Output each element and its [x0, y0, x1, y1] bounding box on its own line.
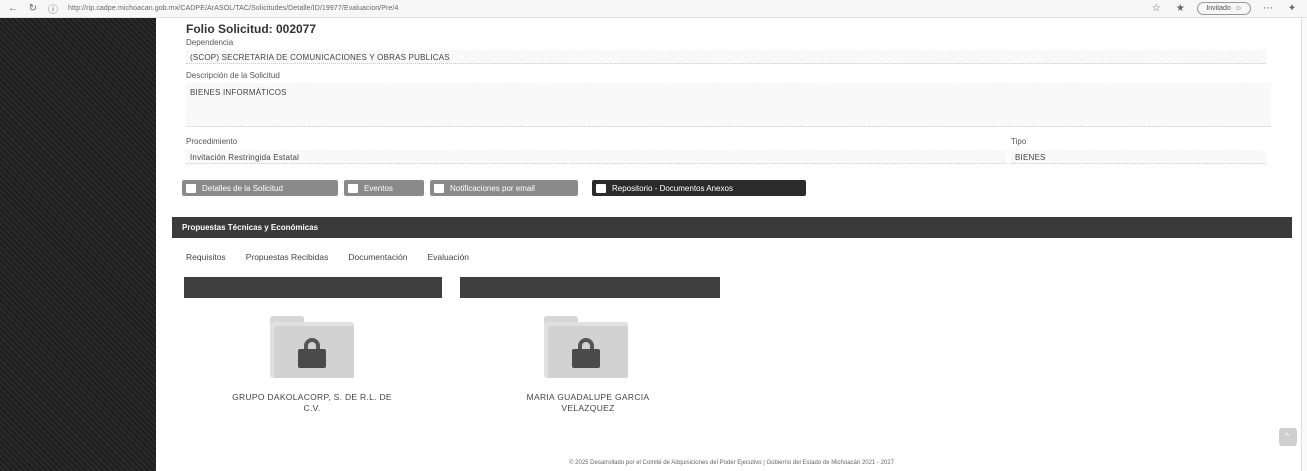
descripcion-label: Descripción de la Solicitud [186, 71, 280, 80]
proposal-card-header [184, 277, 442, 298]
notificaciones-button[interactable]: Notificaciones por email [430, 180, 578, 196]
reload-icon[interactable]: ↻ [26, 3, 40, 14]
repositorio-button[interactable]: Repositorio - Documentos Anexos [592, 180, 806, 196]
proposal-card[interactable]: MARIA GUADALUPE GARCIA VELAZQUEZ [458, 298, 718, 428]
proposal-name: GRUPO DAKOLACORP, S. DE R.L. DE C.V. [232, 392, 392, 413]
profile-label: Invitado [1206, 5, 1231, 12]
tab-requisitos[interactable]: Requisitos [186, 252, 226, 262]
favorites-icon[interactable]: ★ [1173, 3, 1187, 14]
users-icon [434, 183, 444, 193]
calendar-icon [348, 183, 358, 193]
more-icon[interactable]: ⋯ [1261, 3, 1275, 14]
proposal-card[interactable]: GRUPO DAKOLACORP, S. DE R.L. DE C.V. [182, 298, 442, 428]
profile-button[interactable]: Invitado ☺ [1197, 2, 1251, 15]
document-icon [186, 183, 196, 193]
browser-toolbar: ← ↻ ⓘ http://rip.cadpe.michoacan.gob.mx/… [0, 0, 1307, 18]
page-footer: © 2025 Desarrollado por el Comité de Adq… [569, 460, 894, 466]
tipo-field [1011, 150, 1266, 164]
locked-folder-icon[interactable] [544, 316, 628, 378]
proposal-tabs: Requisitos Propuestas Recibidas Document… [186, 252, 469, 262]
descripcion-value: BIENES INFORMÁTICOS [190, 88, 287, 97]
eventos-button[interactable]: Eventos [344, 180, 424, 196]
info-icon[interactable]: ⓘ [46, 1, 60, 16]
tab-documentacion[interactable]: Documentación [348, 252, 407, 262]
star-icon[interactable]: ☆ [1149, 3, 1163, 14]
tipo-label: Tipo [1011, 137, 1027, 146]
section-header: Propuestas Técnicas y Económicas [172, 217, 1292, 238]
copilot-icon[interactable]: ✦ [1285, 3, 1299, 14]
procedimiento-field [186, 150, 1006, 164]
page-title: Folio Solicitud: 002077 [186, 22, 317, 36]
folder-icon [596, 183, 606, 193]
tab-propuestas-recibidas[interactable]: Propuestas Recibidas [246, 252, 329, 262]
back-arrow-icon[interactable]: ← [6, 3, 20, 14]
profile-avatar-icon: ☺ [1234, 5, 1242, 12]
detalles-solicitud-button[interactable]: Detalles de la Solicitud [182, 180, 338, 196]
procedimiento-value: Invitación Restringida Estatal [190, 153, 300, 162]
browser-actions: ☆ ★ Invitado ☺ ⋯ ✦ [1149, 2, 1299, 15]
dependencia-label: Dependencia [186, 38, 234, 47]
lock-icon [572, 338, 600, 368]
tab-evaluacion[interactable]: Evaluación [427, 252, 469, 262]
scroll-top-button[interactable] [1279, 428, 1297, 446]
proposal-name: MARIA GUADALUPE GARCIA VELAZQUEZ [526, 392, 650, 413]
side-navigation [0, 18, 156, 471]
proposal-card-header [460, 277, 720, 298]
procedimiento-label: Procedimiento [186, 137, 238, 146]
lock-icon [298, 338, 326, 368]
descripcion-field [186, 83, 1271, 127]
address-bar[interactable]: http://rip.cadpe.michoacan.gob.mx/CADPE/… [68, 5, 398, 12]
main-content: Folio Solicitud: 002077 Dependencia (SCO… [156, 18, 1307, 471]
locked-folder-icon[interactable] [270, 316, 354, 378]
scrollbar[interactable] [1301, 18, 1307, 471]
tipo-value: BIENES [1015, 153, 1046, 162]
dependencia-value: (SCOP) SECRETARIA DE COMUNICACIONES Y OB… [190, 53, 450, 62]
